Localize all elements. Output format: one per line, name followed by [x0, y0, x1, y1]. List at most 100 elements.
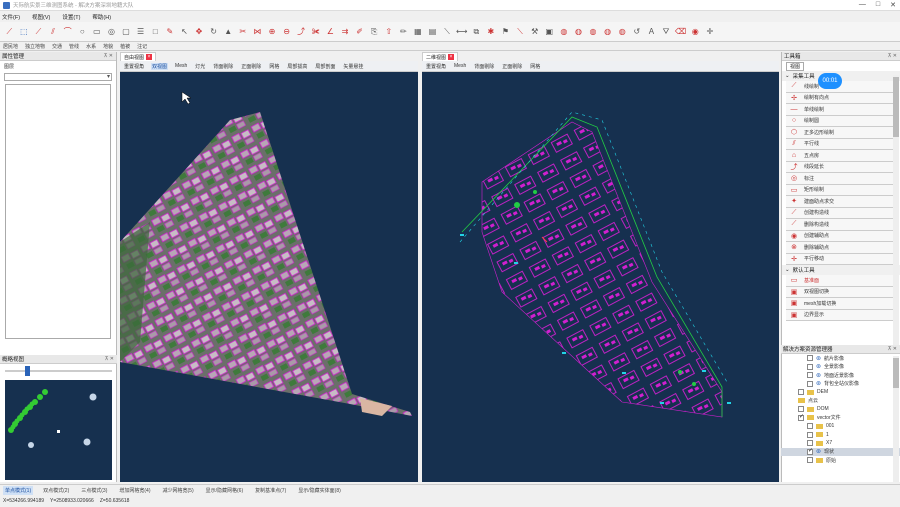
tool-item[interactable]: ⊗ 删除辅助点 — [786, 242, 896, 254]
layer-checkbox[interactable] — [807, 447, 813, 455]
close-tab-2d-icon[interactable]: × — [448, 54, 455, 60]
crosshair-icon[interactable]: ✛ — [703, 25, 716, 38]
btn-local-elevate[interactable]: 局部拔高 — [286, 63, 308, 70]
tab-traffic[interactable]: 交通 — [52, 43, 62, 50]
btn-local-section[interactable]: 局部剖面 — [314, 63, 336, 70]
tab-independent[interactable]: 独立地物 — [25, 43, 45, 50]
minimize-button[interactable]: — — [859, 1, 866, 9]
tree-item[interactable]: 点云 — [781, 397, 900, 406]
mode-grid-narrower[interactable]: 减少网格宽(5) — [161, 486, 196, 495]
tab-pipeline[interactable]: 管线 — [69, 43, 79, 50]
target-icon[interactable]: ◎ — [105, 25, 118, 38]
rectangle-icon[interactable]: ▭ — [90, 25, 103, 38]
btn-backface-cull[interactable]: 背面剔除 — [212, 63, 234, 70]
tab-landform[interactable]: 地貌 — [103, 43, 113, 50]
layer-checkbox[interactable] — [807, 423, 813, 430]
node-add-icon[interactable]: ⊕ — [265, 25, 278, 38]
zoom-slider[interactable] — [5, 366, 112, 376]
tree-item[interactable]: vector文件 — [781, 413, 900, 423]
layer-checkbox[interactable] — [807, 372, 813, 379]
stamp-icon[interactable]: ⎘ — [368, 25, 381, 38]
curve-icon[interactable]: ⌒ — [61, 25, 74, 38]
line-red-icon[interactable]: ⟍ — [514, 25, 527, 38]
tree-item[interactable]: ⊛现状 — [781, 447, 900, 456]
tool-item[interactable]: ◎ 标注 — [786, 173, 896, 185]
text-icon[interactable]: A — [645, 25, 658, 38]
tab-residential[interactable]: 居民地 — [3, 43, 18, 50]
tool-item[interactable]: ✢ 绘制有向点 — [786, 92, 896, 104]
layer-checkbox[interactable] — [807, 440, 813, 447]
tree-item[interactable]: 1 — [781, 431, 900, 440]
layer-checkbox[interactable] — [798, 413, 804, 421]
btn2d-grid[interactable]: 网格 — [529, 63, 541, 70]
tab-view[interactable]: 视图 — [786, 61, 805, 71]
tree-item[interactable]: ⊛ 航片影像 — [781, 354, 900, 363]
tool-item[interactable]: ✦ 建面助点求交 — [786, 196, 896, 208]
btn-frontface-cull[interactable]: 正面剔除 — [240, 63, 262, 70]
btn2d-mesh[interactable]: Mesh — [453, 63, 467, 69]
line-draw-icon[interactable]: ⟋ — [3, 25, 16, 38]
tool-item[interactable]: ▣ mesh加载切换 — [786, 298, 896, 310]
tab-2d-view[interactable]: 二维视图 × — [422, 52, 459, 61]
tree-item[interactable]: ⊛ 全景影像 — [781, 363, 900, 372]
paint-icon[interactable]: ✐ — [353, 25, 366, 38]
tree-item[interactable]: DEM — [781, 388, 900, 397]
rotate-icon[interactable]: ↻ — [207, 25, 220, 38]
tab-free-view[interactable]: 自由视图 × — [120, 52, 157, 61]
tool-item[interactable]: ⟋ 删除构造线 — [786, 219, 896, 231]
tree-item[interactable]: ⊛ 背包全站仪影像 — [781, 380, 900, 389]
polyline-icon[interactable]: ⟋ — [32, 25, 45, 38]
menu-help[interactable]: 帮助(H) — [92, 13, 111, 21]
close-tab-icon[interactable]: × — [146, 54, 153, 60]
layer-checkbox[interactable] — [807, 431, 813, 438]
settings-ring-icon[interactable]: ◉ — [689, 25, 702, 38]
tab-vegetation[interactable]: 植被 — [120, 43, 130, 50]
eraser-icon[interactable]: ⌫ — [674, 25, 687, 38]
toolbox-scrollbar[interactable] — [893, 75, 899, 345]
tool-item[interactable]: ⫽ 平行线 — [786, 138, 896, 150]
tool-item[interactable]: ✛ 平行移动 — [786, 253, 896, 265]
tab-water[interactable]: 水系 — [86, 43, 96, 50]
layer-checkbox[interactable] — [807, 355, 813, 362]
tool-item[interactable]: ⌂ 五点房 — [786, 150, 896, 162]
tool-item[interactable]: ◉ 创建辅助点 — [786, 230, 896, 242]
tool-item[interactable]: ⤴ 线段延长 — [786, 161, 896, 173]
arrow-up-icon[interactable]: ⇧ — [382, 25, 395, 38]
globe-check-icon[interactable]: ◍ — [601, 25, 614, 38]
mark-icon[interactable]: ✱ — [484, 25, 497, 38]
resource-scrollbar[interactable] — [893, 356, 899, 482]
extend-icon[interactable]: ⤴ — [295, 25, 308, 38]
tool-item[interactable]: — 单线绘制 — [786, 104, 896, 116]
mode-single-point[interactable]: 单点模式(1) — [3, 485, 34, 495]
menu-file[interactable]: 文件(F) — [2, 13, 20, 21]
globe-icon[interactable]: ◍ — [557, 25, 570, 38]
tree-item[interactable]: 原始 — [781, 456, 900, 465]
pin-icon[interactable]: ◍ — [616, 25, 629, 38]
tool-item[interactable]: ▣ 双视图切换 — [786, 286, 896, 298]
layer-checkbox[interactable] — [798, 406, 804, 413]
mode-toggle-grid[interactable]: 显示/隐藏网格(6) — [204, 486, 246, 495]
globe-edit-icon[interactable]: ◍ — [572, 25, 585, 38]
circle-icon[interactable]: ○ — [76, 25, 89, 38]
layer-checkbox[interactable] — [807, 363, 813, 370]
layer-checkbox[interactable] — [807, 380, 813, 387]
measure-icon[interactable]: ⟷ — [455, 25, 468, 38]
diagonal-icon[interactable]: ⟍ — [441, 25, 454, 38]
mode-grid-wider[interactable]: 增加网格宽(4) — [117, 486, 152, 495]
btn-grid[interactable]: 网格 — [268, 63, 280, 70]
grid-icon[interactable]: ▦ — [411, 25, 424, 38]
grid-fine-icon[interactable]: ▤ — [426, 25, 439, 38]
save-icon[interactable]: ▣ — [543, 25, 556, 38]
group-default-tools[interactable]: ⌄ 默认工具 — [782, 265, 900, 275]
pointer-icon[interactable]: ↖ — [178, 25, 191, 38]
maximize-button[interactable]: □ — [876, 1, 880, 9]
tab-annotation[interactable]: 注记 — [137, 43, 147, 50]
parallel-line-icon[interactable]: ⫽ — [47, 25, 60, 38]
tool-item[interactable]: ⬡ 正多边形绘制 — [786, 127, 896, 139]
trim-icon[interactable]: ✀ — [309, 25, 322, 38]
tree-item[interactable]: X7 — [781, 439, 900, 448]
move-icon[interactable]: ✥ — [193, 25, 206, 38]
filter-icon[interactable]: ⛛ — [660, 25, 673, 38]
layers-icon[interactable]: ☰ — [134, 25, 147, 38]
tool-icon[interactable]: ⚒ — [528, 25, 541, 38]
